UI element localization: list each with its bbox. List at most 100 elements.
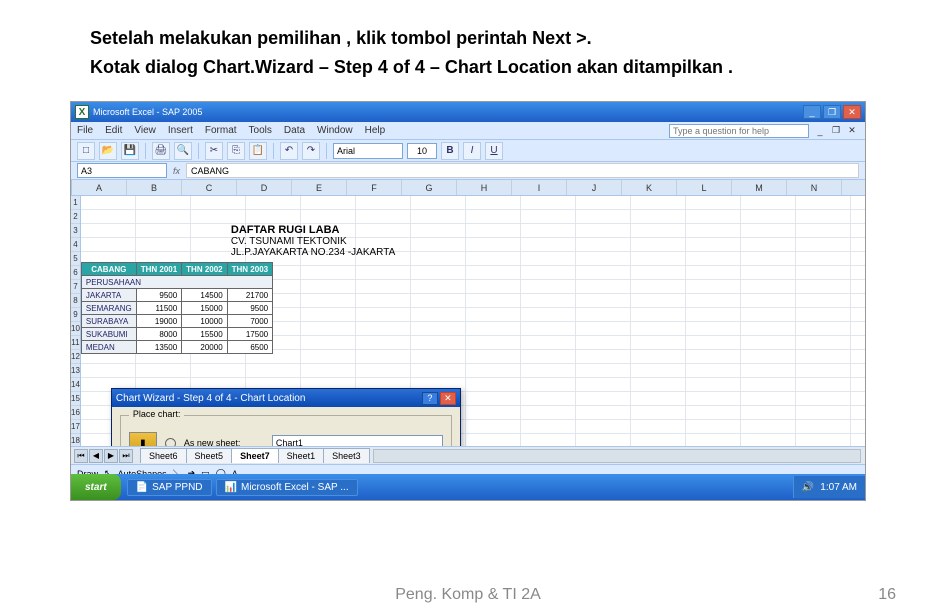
save-icon[interactable]: 💾: [121, 142, 139, 160]
row-header[interactable]: 6: [71, 266, 80, 280]
col-header[interactable]: B: [127, 180, 182, 195]
row-header[interactable]: 7: [71, 280, 80, 294]
menu-data[interactable]: Data: [284, 125, 305, 136]
col-header[interactable]: N: [787, 180, 842, 195]
row-header[interactable]: 9: [71, 308, 80, 322]
grid-row[interactable]: [81, 210, 866, 224]
fx-icon[interactable]: fx: [173, 166, 180, 176]
system-tray[interactable]: 🔊 1:07 AM: [793, 476, 865, 498]
sheet-tab[interactable]: Sheet3: [323, 448, 370, 463]
report-table: CABANG THN 2001 THN 2002 THN 2003 PERUSA…: [81, 262, 273, 354]
menu-bar: File Edit View Insert Format Tools Data …: [71, 122, 865, 140]
tray-icon[interactable]: 🔊: [802, 482, 814, 493]
row-header[interactable]: 4: [71, 238, 80, 252]
menu-tools[interactable]: Tools: [249, 125, 272, 136]
menu-edit[interactable]: Edit: [105, 125, 122, 136]
sheet-tab[interactable]: Sheet6: [140, 448, 187, 463]
footer-center-text: Peng. Komp & TI 2A: [395, 586, 541, 604]
cut-icon[interactable]: ✂: [205, 142, 223, 160]
table-row: SEMARANG11500150009500: [81, 302, 272, 315]
undo-icon[interactable]: ↶: [280, 142, 298, 160]
name-box[interactable]: A3: [77, 163, 167, 178]
window-title: Microsoft Excel - SAP 2005: [93, 107, 202, 117]
menu-help[interactable]: Help: [365, 125, 386, 136]
open-icon[interactable]: 📂: [99, 142, 117, 160]
col-header[interactable]: L: [677, 180, 732, 195]
new-icon[interactable]: □: [77, 142, 95, 160]
row-header[interactable]: 13: [71, 364, 80, 378]
row-header[interactable]: 15: [71, 392, 80, 406]
first-sheet-icon[interactable]: ⏮: [74, 449, 88, 463]
paste-icon[interactable]: 📋: [249, 142, 267, 160]
menu-insert[interactable]: Insert: [168, 125, 193, 136]
excel-app-icon: X: [75, 105, 89, 119]
col-header[interactable]: O: [842, 180, 866, 195]
table-row: SUKABUMI80001550017500: [81, 328, 272, 341]
row-header[interactable]: 11: [71, 336, 80, 350]
col-header[interactable]: A: [72, 180, 127, 195]
taskbar-app[interactable]: 📊Microsoft Excel - SAP ...: [216, 479, 358, 496]
formula-bar: A3 fx CABANG: [71, 162, 865, 180]
row-header[interactable]: 16: [71, 406, 80, 420]
copy-icon[interactable]: ⎘: [227, 142, 245, 160]
row-header[interactable]: 17: [71, 420, 80, 434]
col-thn2003: THN 2003: [227, 263, 272, 276]
prev-sheet-icon[interactable]: ◀: [89, 449, 103, 463]
row-header[interactable]: 1: [71, 196, 80, 210]
bold-icon[interactable]: B: [441, 142, 459, 160]
excel-screenshot: X Microsoft Excel - SAP 2005 _ ❐ ✕ File …: [70, 101, 866, 501]
menu-format[interactable]: Format: [205, 125, 237, 136]
doc-close-button[interactable]: ✕: [845, 125, 859, 137]
start-button[interactable]: start: [71, 474, 121, 500]
row-header[interactable]: 5: [71, 252, 80, 266]
row-header[interactable]: 14: [71, 378, 80, 392]
row-header[interactable]: 2: [71, 210, 80, 224]
wizard-close-button[interactable]: ✕: [440, 392, 456, 405]
col-header[interactable]: D: [237, 180, 292, 195]
doc-restore-button[interactable]: ❐: [829, 125, 843, 137]
font-size-selector[interactable]: 10: [407, 143, 437, 159]
next-sheet-icon[interactable]: ▶: [104, 449, 118, 463]
menu-file[interactable]: File: [77, 125, 93, 136]
col-header[interactable]: J: [567, 180, 622, 195]
col-header[interactable]: E: [292, 180, 347, 195]
col-header[interactable]: C: [182, 180, 237, 195]
close-button[interactable]: ✕: [843, 105, 861, 119]
maximize-button[interactable]: ❐: [823, 105, 841, 119]
table-row: JAKARTA95001450021700: [81, 289, 272, 302]
menu-view[interactable]: View: [134, 125, 156, 136]
wizard-help-button[interactable]: ?: [422, 392, 438, 405]
col-header[interactable]: I: [512, 180, 567, 195]
underline-icon[interactable]: U: [485, 142, 503, 160]
minimize-button[interactable]: _: [803, 105, 821, 119]
row-header[interactable]: 3: [71, 224, 80, 238]
row-header[interactable]: 12: [71, 350, 80, 364]
col-header[interactable]: M: [732, 180, 787, 195]
col-header[interactable]: H: [457, 180, 512, 195]
font-selector[interactable]: Arial: [333, 143, 403, 159]
sheet-tab[interactable]: Sheet5: [186, 448, 233, 463]
col-header[interactable]: K: [622, 180, 677, 195]
sheet-tab[interactable]: Sheet1: [278, 448, 325, 463]
italic-icon[interactable]: I: [463, 142, 481, 160]
menu-window[interactable]: Window: [317, 125, 353, 136]
horizontal-scrollbar[interactable]: [373, 449, 861, 463]
sheet-tab-active[interactable]: Sheet7: [231, 448, 279, 463]
row-header[interactable]: 10: [71, 322, 80, 336]
report-address: JL.P.JAYAKARTA NO.234 -JAKARTA: [81, 247, 395, 258]
formula-input[interactable]: CABANG: [186, 163, 859, 178]
taskbar-app[interactable]: 📄SAP PPND: [127, 479, 212, 496]
row-header[interactable]: 8: [71, 294, 80, 308]
print-icon[interactable]: 🖨: [152, 142, 170, 160]
footer-page-number: 16: [878, 586, 896, 604]
redo-icon[interactable]: ↷: [302, 142, 320, 160]
grid-row[interactable]: [81, 364, 866, 378]
help-question-input[interactable]: [669, 124, 809, 138]
window-titlebar: X Microsoft Excel - SAP 2005 _ ❐ ✕: [71, 102, 865, 122]
last-sheet-icon[interactable]: ⏭: [119, 449, 133, 463]
grid-row[interactable]: [81, 196, 866, 210]
preview-icon[interactable]: 🔍: [174, 142, 192, 160]
doc-minimize-button[interactable]: _: [813, 125, 827, 137]
col-header[interactable]: F: [347, 180, 402, 195]
col-header[interactable]: G: [402, 180, 457, 195]
